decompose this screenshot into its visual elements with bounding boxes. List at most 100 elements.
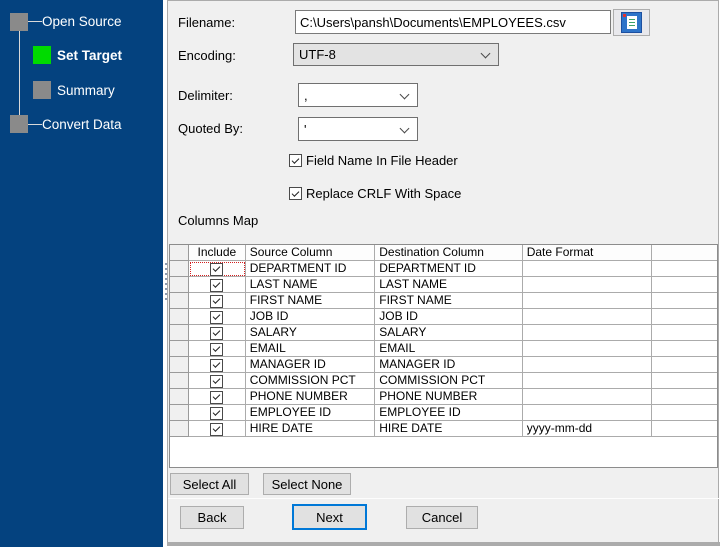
include-checkbox[interactable]: [210, 406, 224, 420]
sidebar-item-set-target[interactable]: Set Target: [57, 48, 122, 63]
destination-column-cell[interactable]: PHONE NUMBER: [375, 389, 523, 405]
destination-column-cell[interactable]: JOB ID: [375, 309, 523, 325]
destination-column-cell[interactable]: HIRE DATE: [375, 421, 523, 437]
filler-cell: [652, 421, 717, 437]
destination-column-header[interactable]: Destination Column: [375, 245, 523, 261]
include-cell[interactable]: [188, 277, 246, 293]
destination-column-cell[interactable]: EMPLOYEE ID: [375, 405, 523, 421]
row-header-cell[interactable]: [170, 421, 189, 437]
row-header-cell[interactable]: [170, 293, 189, 309]
source-column-cell[interactable]: COMMISSION PCT: [245, 373, 376, 389]
destination-column-cell[interactable]: MANAGER ID: [375, 357, 523, 373]
include-checkbox[interactable]: [210, 374, 224, 388]
destination-column-cell[interactable]: FIRST NAME: [375, 293, 523, 309]
date-format-cell[interactable]: [522, 405, 653, 421]
source-column-cell[interactable]: SALARY: [245, 325, 376, 341]
include-checkbox[interactable]: [210, 326, 224, 340]
source-column-cell[interactable]: MANAGER ID: [245, 357, 376, 373]
include-cell[interactable]: [188, 325, 246, 341]
include-cell[interactable]: [188, 421, 246, 437]
splitter-grip: [165, 263, 167, 303]
include-cell[interactable]: [188, 357, 246, 373]
table-header-row: Include Source Column Destination Column…: [170, 245, 717, 261]
include-cell[interactable]: [188, 293, 246, 309]
row-header-cell[interactable]: [170, 325, 189, 341]
source-column-cell[interactable]: LAST NAME: [245, 277, 376, 293]
replace-crlf-label: Replace CRLF With Space: [306, 186, 462, 201]
select-all-button[interactable]: Select All: [170, 473, 249, 495]
date-format-cell[interactable]: yyyy-mm-dd: [522, 421, 653, 437]
next-button[interactable]: Next: [292, 504, 367, 530]
source-column-header[interactable]: Source Column: [245, 245, 376, 261]
row-header-cell[interactable]: [170, 405, 189, 421]
source-column-cell[interactable]: DEPARTMENT ID: [245, 261, 376, 277]
include-checkbox[interactable]: [210, 342, 224, 356]
delimiter-select[interactable]: ,: [298, 83, 418, 107]
field-name-in-header-checkbox[interactable]: [289, 154, 302, 167]
set-target-panel: Filename: Encoding: UTF-8 Delimiter: , Q…: [165, 0, 720, 542]
include-checkbox[interactable]: [210, 358, 224, 372]
row-header-cell[interactable]: [170, 389, 189, 405]
date-format-cell[interactable]: [522, 261, 653, 277]
date-format-cell[interactable]: [522, 309, 653, 325]
row-header-cell[interactable]: [170, 357, 189, 373]
include-checkbox[interactable]: [210, 310, 224, 324]
include-cell[interactable]: [188, 309, 246, 325]
quoted-by-select[interactable]: ': [298, 117, 418, 141]
sidebar-item-summary[interactable]: Summary: [57, 83, 115, 98]
sidebar-item-open-source[interactable]: Open Source: [42, 14, 122, 29]
back-button[interactable]: Back: [180, 506, 244, 529]
table-row: LAST NAME LAST NAME: [170, 277, 717, 293]
field-name-in-header-option[interactable]: Field Name In File Header: [289, 153, 458, 168]
row-header-cell[interactable]: [170, 277, 189, 293]
encoding-select[interactable]: UTF-8: [293, 43, 499, 66]
row-header-cell[interactable]: [170, 373, 189, 389]
destination-column-cell[interactable]: DEPARTMENT ID: [375, 261, 523, 277]
source-column-cell[interactable]: EMAIL: [245, 341, 376, 357]
field-name-in-header-label: Field Name In File Header: [306, 153, 458, 168]
row-header-cell[interactable]: [170, 309, 189, 325]
replace-crlf-checkbox[interactable]: [289, 187, 302, 200]
include-column-header[interactable]: Include: [188, 245, 246, 261]
include-cell[interactable]: [188, 405, 246, 421]
date-format-cell[interactable]: [522, 293, 653, 309]
columns-map-title: Columns Map: [178, 213, 259, 228]
destination-column-cell[interactable]: LAST NAME: [375, 277, 523, 293]
replace-crlf-option[interactable]: Replace CRLF With Space: [289, 186, 461, 201]
destination-column-cell[interactable]: SALARY: [375, 325, 523, 341]
date-format-cell[interactable]: [522, 325, 653, 341]
include-cell[interactable]: [188, 373, 246, 389]
include-cell[interactable]: [188, 389, 246, 405]
source-column-cell[interactable]: HIRE DATE: [245, 421, 376, 437]
include-cell[interactable]: [188, 261, 246, 277]
filename-input[interactable]: [295, 10, 611, 34]
source-column-cell[interactable]: JOB ID: [245, 309, 376, 325]
filler-cell: [652, 261, 717, 277]
date-format-cell[interactable]: [522, 277, 653, 293]
select-none-button[interactable]: Select None: [263, 473, 351, 495]
include-checkbox[interactable]: [210, 390, 224, 404]
date-format-cell[interactable]: [522, 357, 653, 373]
filler-cell: [652, 405, 717, 421]
source-column-cell[interactable]: PHONE NUMBER: [245, 389, 376, 405]
date-format-cell[interactable]: [522, 389, 653, 405]
include-checkbox[interactable]: [210, 294, 224, 308]
corner-header-cell[interactable]: [170, 245, 189, 261]
date-format-cell[interactable]: [522, 341, 653, 357]
cancel-button[interactable]: Cancel: [406, 506, 478, 529]
include-cell[interactable]: [188, 341, 246, 357]
include-checkbox[interactable]: [210, 262, 224, 276]
destination-column-cell[interactable]: COMMISSION PCT: [375, 373, 523, 389]
destination-column-cell[interactable]: EMAIL: [375, 341, 523, 357]
filler-cell: [652, 341, 717, 357]
row-header-cell[interactable]: [170, 261, 189, 277]
source-column-cell[interactable]: FIRST NAME: [245, 293, 376, 309]
date-format-column-header[interactable]: Date Format: [522, 245, 653, 261]
row-header-cell[interactable]: [170, 341, 189, 357]
sidebar-item-convert-data[interactable]: Convert Data: [42, 117, 122, 132]
source-column-cell[interactable]: EMPLOYEE ID: [245, 405, 376, 421]
include-checkbox[interactable]: [210, 422, 224, 436]
date-format-cell[interactable]: [522, 373, 653, 389]
browse-file-button[interactable]: [613, 9, 650, 36]
include-checkbox[interactable]: [210, 278, 224, 292]
